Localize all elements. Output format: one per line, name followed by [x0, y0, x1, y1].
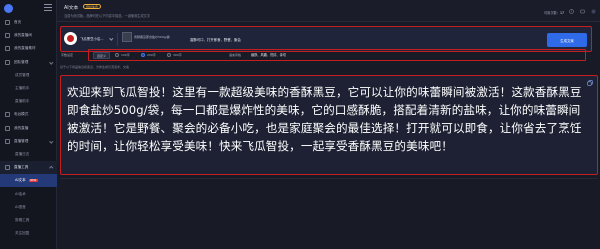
word-count-label: 字数设定 — [61, 53, 74, 57]
sidebar-item-live-management[interactable]: 直播管理 — [0, 135, 57, 148]
sidebar-item-follow-reply[interactable]: 关注回复 — [0, 227, 57, 240]
user-icon[interactable] — [591, 9, 596, 14]
shop-avatar — [64, 32, 77, 45]
live-room-icon — [5, 33, 10, 39]
header: AI文本 限时免费 当前为测试版，品牌可在以下内容中挑选，一键使用生成文字 可用… — [57, 0, 600, 22]
page-title: AI文本 — [64, 6, 79, 11]
sidebar-item-ai-script[interactable]: AI话术 — [0, 187, 57, 200]
radio-300-words[interactable]: 300字 — [167, 52, 182, 57]
notice-text: 当前为测试版，品牌可在以下内容中挑选，一键使用生成文字 — [64, 14, 151, 18]
material-icon — [5, 46, 10, 52]
sidebar-item-live-rooms[interactable]: 我的直播间 — [0, 29, 57, 42]
copy-icon[interactable] — [587, 80, 593, 86]
management-icon — [5, 138, 10, 144]
sidebar-item-live-tools[interactable]: 直播工具 — [0, 161, 57, 175]
sidebar-item-live-materials[interactable]: 我的直播素材 — [0, 42, 57, 55]
logo — [4, 4, 13, 13]
sidebar-item-ai-text[interactable]: AI文本 NEW — [0, 174, 57, 188]
sidebar-item-host-assistant[interactable]: 主播助手 — [0, 82, 57, 95]
sidebar-item-home[interactable]: 首页 — [0, 16, 57, 29]
sidebar-item-edit-tools[interactable]: 剪辑工具 — [0, 214, 57, 227]
sidebar-item-ai-voice[interactable]: AI语音 — [0, 201, 57, 214]
radio-100-words[interactable]: 100字 — [115, 52, 130, 57]
product-select[interactable]: 飞瓜黑豆小店... — [80, 36, 104, 41]
style-input[interactable]: 幽默、风趣、热情、亲切 — [249, 52, 349, 59]
free-badge: 限时免费 — [83, 4, 102, 9]
live-icon — [5, 125, 10, 131]
chevron-down-icon — [48, 139, 53, 143]
selling-points-input[interactable]: 香酥可口，打开即食，野餐、聚会 — [186, 33, 556, 47]
sidebar-item-live-assistant[interactable]: 直播助手 — [0, 95, 57, 108]
help-icon[interactable]: ? — [569, 9, 574, 14]
radio-icon — [167, 52, 171, 57]
usage-counter: 可用次数：17 — [544, 11, 564, 15]
chevron-down-icon — [48, 60, 53, 64]
home-icon — [5, 20, 10, 26]
custom-word-count-button[interactable]: 自定义 — [93, 52, 111, 59]
new-badge: NEW — [28, 179, 38, 183]
radio-checked-icon — [141, 52, 145, 57]
divider — [117, 33, 118, 46]
product-thumbnail — [122, 32, 132, 42]
sidebar-item-members[interactable]: 成员管理 — [0, 69, 57, 82]
sidebar-item-team[interactable]: 团队管理 — [0, 56, 57, 69]
radio-200-words[interactable]: 200字 — [141, 52, 156, 57]
sidebar-item-live-log[interactable]: 直播日志 — [0, 148, 57, 161]
message-icon[interactable] — [580, 9, 585, 14]
team-icon — [5, 59, 10, 65]
radio-icon — [5, 112, 10, 118]
chevron-down-icon[interactable] — [109, 36, 114, 41]
menu-toggle-icon[interactable] — [44, 4, 52, 11]
hint-text: 基于以下商品信息和卖点，为你生成引流话术、文案 — [60, 65, 130, 69]
generate-copy-button[interactable]: 生成文案 — [547, 33, 587, 47]
result-panel: 欢迎来到飞瓜智投！这里有一款超级美味的香酥黑豆，它可以让你的味蕾瞬间被激活！这款… — [60, 75, 598, 175]
sidebar-nav: 首页 我的直播间 我的直播素材 团队管理 成员管理 主播助手 直播助手 电台模式… — [0, 16, 57, 240]
sidebar: 首页 我的直播间 我的直播素材 团队管理 成员管理 主播助手 直播助手 电台模式… — [0, 0, 57, 249]
generated-copy-text[interactable]: 欢迎来到飞瓜智投！这里有一款超级美味的香酥黑豆，它可以让你的味蕾瞬间被激活！这款… — [67, 83, 586, 155]
options-row: 字数设定 自定义 100字 200字 300字 语言风格 幽默、风趣、热情、亲切 — [61, 49, 586, 61]
sidebar-item-radio-mode[interactable]: 电台模式 — [0, 108, 57, 121]
divider — [60, 178, 598, 179]
chevron-up-icon — [48, 166, 53, 171]
style-label: 语言风格 — [229, 53, 242, 57]
tools-icon — [5, 165, 10, 171]
sidebar-item-my-live[interactable]: 我的直播 — [0, 122, 57, 135]
radio-icon — [115, 52, 119, 57]
product-title: 香酥黑豆即食盐炒500g/袋 — [134, 35, 170, 39]
